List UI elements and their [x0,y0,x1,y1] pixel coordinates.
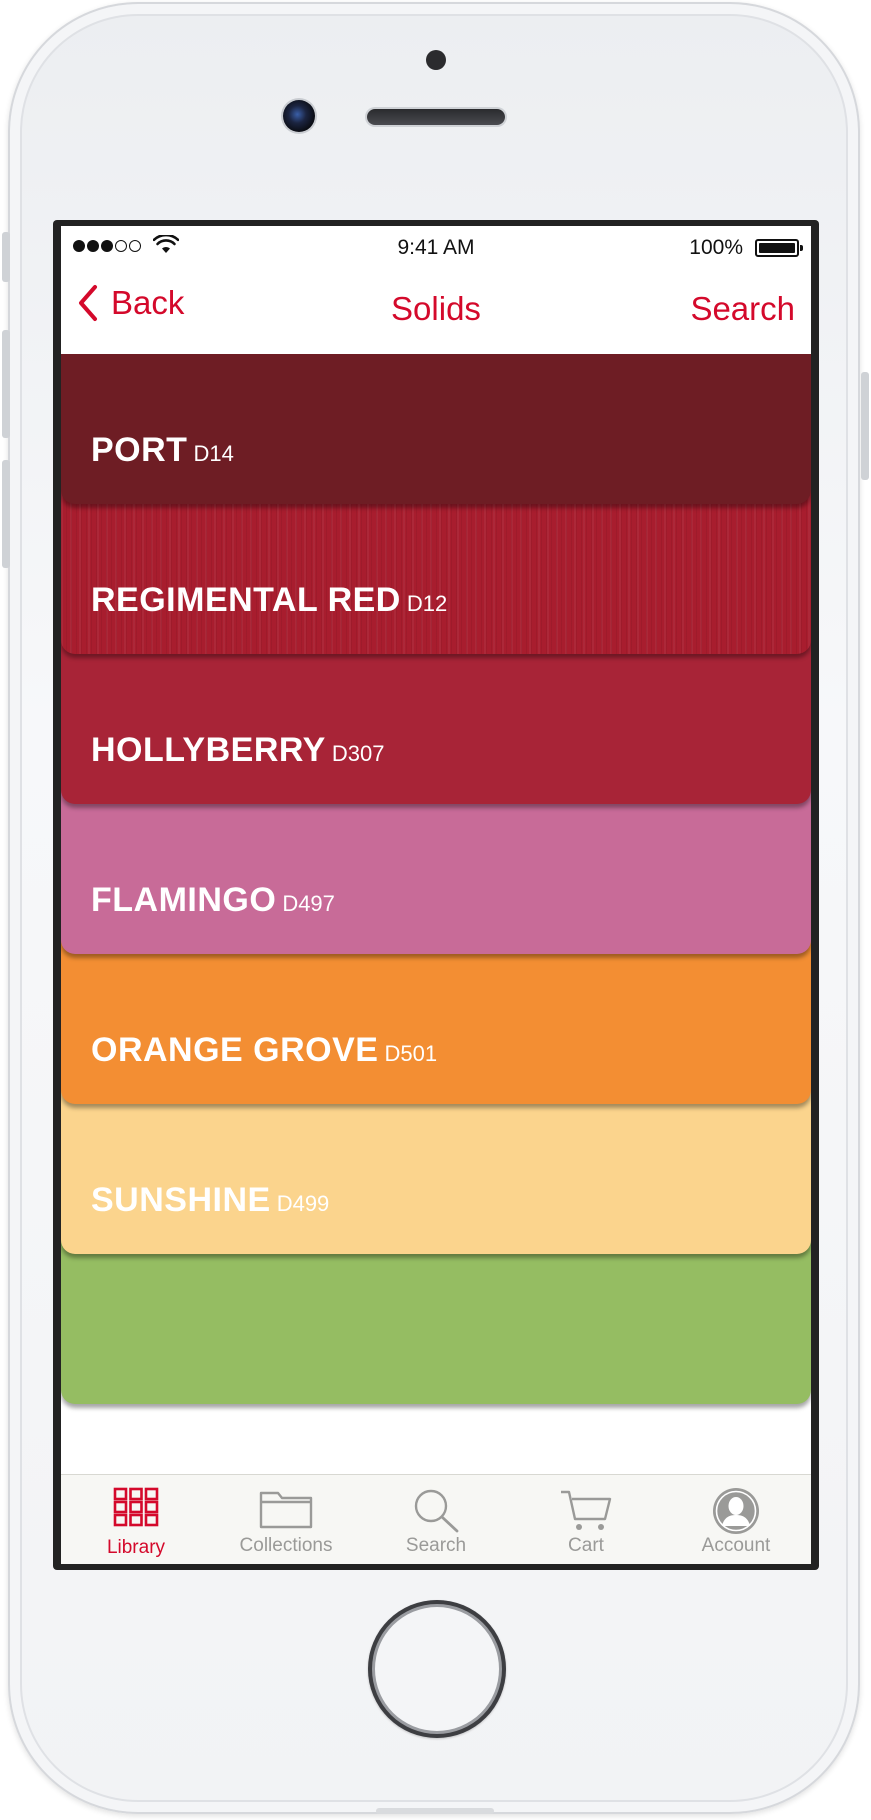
tab-search[interactable]: Search [361,1475,511,1564]
status-bar: 9:41 AM 100% [61,226,811,268]
swatch-label: FLAMINGO D497 [91,881,335,920]
swatch-label: ORANGE GROVE D501 [91,1031,437,1070]
swatch-code: D497 [282,891,335,916]
swatch-code: D12 [406,591,448,616]
power-button [861,372,869,480]
tab-bar: Library Collections Search Cart Account [61,1474,811,1564]
swatch-name: HOLLYBERRY [91,731,326,769]
navigation-bar: Back Solids Search [61,268,811,354]
tab-label: Collections [239,1535,333,1556]
volume-down-button [2,460,10,568]
tab-library[interactable]: Library [61,1475,211,1564]
swatch-name: FLAMINGO [91,881,277,919]
app-screen: 9:41 AM 100% Back Solids Search PORT D14 R… [61,226,811,1564]
tab-label: Search [405,1535,467,1556]
tab-label: Account [701,1535,771,1556]
volume-up-button [2,330,10,438]
proximity-sensor [426,50,446,70]
swatch-code: D499 [276,1191,330,1216]
tab-label: Library [106,1537,166,1558]
screen-bezel: 9:41 AM 100% Back Solids Search PORT D14 R… [53,220,819,1570]
swatch-label: SUNSHINE D499 [91,1181,329,1220]
folder-icon [259,1491,313,1529]
tab-cart[interactable]: Cart [511,1475,661,1564]
swatch-name: ORANGE GROVE [91,1031,379,1069]
swatch-list[interactable]: PORT D14 REGIMENTAL RED D12 HOLLYBERRY D307 FL… [61,354,811,1474]
grid-icon [113,1487,159,1527]
swatch-name: PORT [91,431,188,469]
account-icon [713,1488,759,1534]
swatch-name: REGIMENTAL RED [91,581,401,619]
swatch-code: D501 [384,1041,438,1066]
front-camera [283,100,315,132]
tab-label: Cart [568,1535,604,1556]
phone-bottom-edge [376,1808,494,1814]
swatch-code: D14 [193,441,234,466]
battery-icon [755,239,803,257]
swatch-code: D307 [331,741,385,766]
tab-collections[interactable]: Collections [211,1475,361,1564]
search-nav-button[interactable]: Search [690,290,795,328]
home-button[interactable] [368,1600,506,1738]
battery-percent: 100% [689,236,743,259]
swatch-name: SUNSHINE [91,1181,271,1219]
swatch-label: HOLLYBERRY D307 [91,731,384,770]
swatch-label: PORT D14 [91,431,234,470]
mute-switch [2,232,10,282]
swatch-label: REGIMENTAL RED D12 [91,581,447,620]
search-icon [414,1489,459,1533]
tab-account[interactable]: Account [661,1475,811,1564]
cart-icon [561,1490,612,1530]
earpiece-speaker [367,109,505,125]
swatch-card[interactable]: PORT D14 [61,354,811,504]
